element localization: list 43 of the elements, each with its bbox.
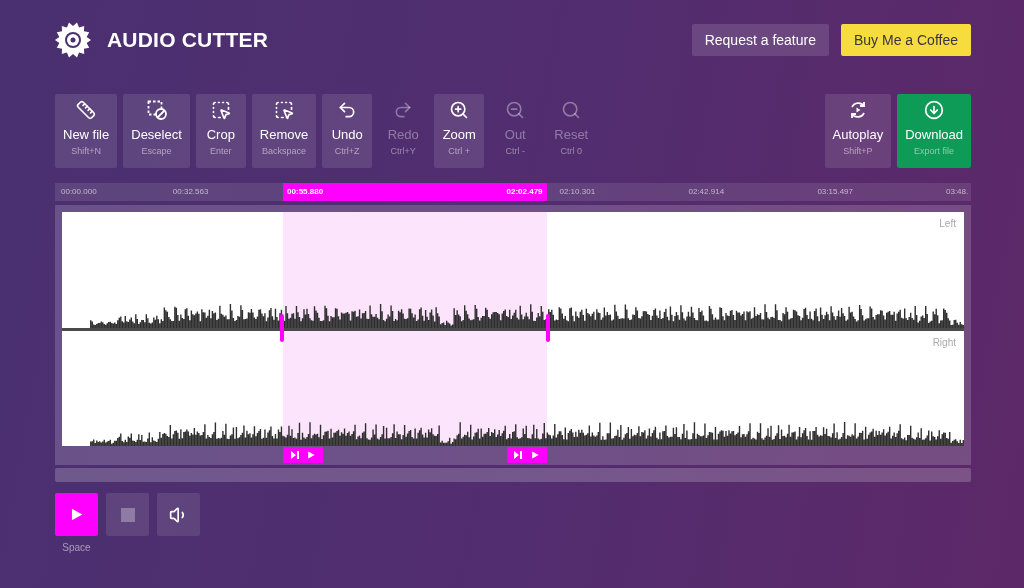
selection-start-time: 00:55.880 xyxy=(287,187,324,197)
channel-label: Right xyxy=(932,336,956,349)
app-title: AUDIO CUTTER xyxy=(107,28,269,52)
zoom-out-icon xyxy=(505,100,526,120)
redo-icon xyxy=(393,100,414,120)
dashed-square-slash-icon xyxy=(146,100,167,120)
volume-button[interactable] xyxy=(157,493,200,536)
deselect-button[interactable]: Deselect Escape xyxy=(123,94,190,168)
download-button[interactable]: Download Export file xyxy=(897,94,971,168)
time-tick-label: 02:10.301 xyxy=(559,187,596,197)
play-icon[interactable] xyxy=(530,451,539,459)
dashed-square-pointer-icon xyxy=(274,100,295,120)
time-tick-label: 00:00.000 xyxy=(61,187,97,197)
donate-button[interactable]: Buy Me a Coffee xyxy=(840,24,971,56)
remove-button[interactable]: Remove Backspace xyxy=(251,94,317,168)
play-icon xyxy=(70,508,83,521)
download-icon xyxy=(924,100,945,120)
time-tick-label: 03:48. xyxy=(946,187,969,197)
autoplay-button[interactable]: Autoplay Shift+P xyxy=(824,94,892,168)
dashed-square-pointer-icon xyxy=(210,100,231,120)
skip-icon[interactable] xyxy=(514,451,524,459)
selection-handle[interactable] xyxy=(545,314,550,342)
selection-end-time: 02:02.479 xyxy=(506,187,543,197)
crop-button[interactable]: Crop Enter xyxy=(195,94,246,168)
saw-blade-icon xyxy=(55,22,91,58)
new-file-button[interactable]: New file Shift+N xyxy=(55,94,118,168)
time-tick-label: 02:42.914 xyxy=(688,187,725,197)
stop-icon xyxy=(120,507,135,522)
scrollbar[interactable] xyxy=(55,468,971,482)
play-icon[interactable] xyxy=(307,451,316,459)
skip-icon[interactable] xyxy=(290,451,300,459)
search-icon xyxy=(561,100,582,120)
play-button[interactable] xyxy=(55,493,98,536)
shortcut-hint: Space xyxy=(62,542,91,554)
ruler-icon xyxy=(76,100,97,120)
time-tick-label: 03:15.497 xyxy=(817,187,853,197)
zoom-in-button[interactable]: Zoom Ctrl + xyxy=(434,94,485,168)
undo-button[interactable]: Undo Ctrl+Z xyxy=(322,94,373,168)
channel-label: Left xyxy=(939,218,956,230)
feature-request-button[interactable]: Request a feature xyxy=(691,24,829,56)
selection-handle[interactable] xyxy=(280,314,285,342)
zoom-in-icon xyxy=(449,100,470,120)
time-tick-label: 00:32.563 xyxy=(172,187,209,197)
